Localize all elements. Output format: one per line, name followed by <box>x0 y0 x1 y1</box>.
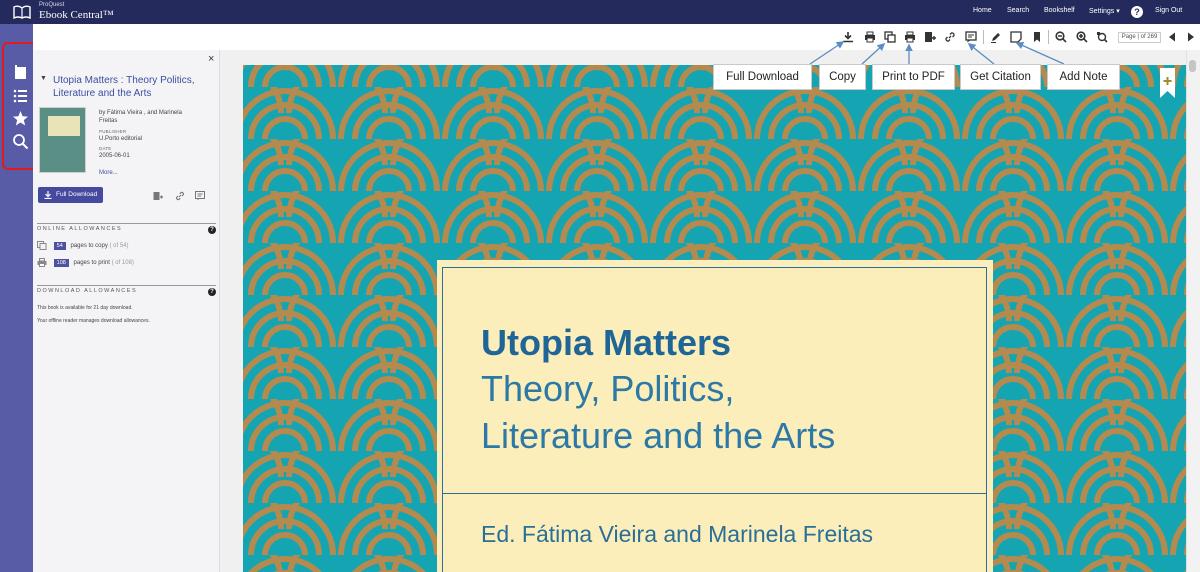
download-icon <box>44 191 52 199</box>
bookmark-icon[interactable] <box>1031 31 1043 43</box>
cover-title: Utopia Matters <box>481 322 732 363</box>
link-icon[interactable] <box>944 31 956 43</box>
previous-page-icon[interactable] <box>1166 31 1178 43</box>
download-allowances-header: DOWNLOAD ALLOWANCES ? <box>37 285 216 296</box>
book-title-link[interactable]: Utopia Matters : Theory Politics, Litera… <box>53 74 213 100</box>
page-indicator[interactable]: Page | of 269 <box>1118 32 1161 43</box>
nav-home[interactable]: Home <box>973 7 992 14</box>
copy-total: ( of 54) <box>109 243 129 250</box>
vertical-scrollbar[interactable] <box>1186 50 1200 572</box>
top-nav-bar: ProQuest Ebook Central™ Home Search Book… <box>0 0 1200 24</box>
caret-down-icon[interactable]: ▼ <box>40 75 47 82</box>
highlight-pen-icon[interactable] <box>990 31 1002 43</box>
download-icon[interactable] <box>842 31 854 43</box>
print-text: pages to print <box>73 260 110 267</box>
cover-thumbnail <box>39 107 86 173</box>
download-info-line2: Your offline reader manages download all… <box>37 318 150 324</box>
scrollbar-thumb[interactable] <box>1189 60 1196 72</box>
print-count-badge: 108 <box>53 258 69 267</box>
copy-icon[interactable] <box>884 31 896 43</box>
nav-bookshelf[interactable]: Bookshelf <box>1044 7 1075 14</box>
copy-text: pages to copy <box>70 243 108 250</box>
full-download-button[interactable]: Full Download <box>38 187 103 203</box>
online-allowances-title: ONLINE ALLOWANCES <box>37 226 123 232</box>
print-pdf-tooltip: Print to PDF <box>872 64 955 90</box>
link-icon[interactable] <box>175 191 185 201</box>
get-citation-tooltip: Get Citation <box>960 64 1041 90</box>
date-value: 2005-06-01 <box>99 153 130 159</box>
add-to-bookshelf-icon[interactable] <box>153 191 163 201</box>
fit-page-icon[interactable] <box>1096 31 1108 43</box>
print-icon <box>37 258 47 267</box>
close-icon[interactable]: × <box>208 53 214 65</box>
brand-small: ProQuest <box>39 2 65 8</box>
toolbar-area <box>33 24 1200 50</box>
citation-icon[interactable] <box>965 31 977 43</box>
next-page-icon[interactable] <box>1185 31 1197 43</box>
print-icon[interactable] <box>864 31 876 43</box>
nav-signout[interactable]: Sign Out <box>1155 7 1182 14</box>
toolbar-separator <box>1048 30 1049 44</box>
cover-subtitle-2: Literature and the Arts <box>481 415 836 456</box>
citation-icon[interactable] <box>195 191 205 201</box>
add-to-bookshelf-icon[interactable] <box>924 31 936 43</box>
publisher-value: U.Porto editorial <box>99 136 143 142</box>
download-info-line1: This book is available for 21 day downlo… <box>37 305 133 311</box>
add-note-tooltip: Add Note <box>1047 64 1120 90</box>
print-total: ( of 108) <box>111 260 134 267</box>
zoom-in-icon[interactable] <box>1076 31 1088 43</box>
book-authors: by Fátima Vieira , and Marinela <box>99 110 182 116</box>
more-link[interactable]: More... <box>99 170 118 176</box>
publisher-label: PUBLISHER <box>99 129 127 134</box>
nav-settings[interactable]: Settings ▾ <box>1089 7 1120 15</box>
brand-name[interactable]: Ebook Central™ <box>39 9 114 21</box>
help-icon[interactable]: ? <box>1131 6 1143 18</box>
online-allowances-header: ONLINE ALLOWANCES ? <box>37 223 216 234</box>
zoom-out-icon[interactable] <box>1055 31 1067 43</box>
help-icon[interactable]: ? <box>208 288 216 296</box>
print-allowance-row: 108 pages to print ( of 108) <box>37 258 134 268</box>
book-authors-2: Freitas <box>99 118 118 124</box>
copy-count-badge: 54 <box>53 241 66 250</box>
print-pdf-icon[interactable] <box>904 31 916 43</box>
copy-tooltip: Copy <box>819 64 866 90</box>
cover-subtitle-1: Theory, Politics, <box>481 368 735 409</box>
full-download-label: Full Download <box>56 191 98 198</box>
date-label: DATE <box>99 146 112 151</box>
copy-allowance-row: 54 pages to copy ( of 54) <box>37 241 129 251</box>
add-note-icon[interactable] <box>1010 31 1022 43</box>
full-download-tooltip: Full Download <box>713 64 812 90</box>
help-icon[interactable]: ? <box>208 226 216 234</box>
copy-icon <box>37 241 47 250</box>
nav-search[interactable]: Search <box>1007 7 1029 14</box>
open-book-icon <box>13 5 31 19</box>
cover-editors: Ed. Fátima Vieira and Marinela Freitas <box>481 521 874 547</box>
bookmark-ribbon-icon[interactable] <box>1160 68 1175 98</box>
toolbar-separator <box>983 30 984 44</box>
download-allowances-title: DOWNLOAD ALLOWANCES <box>37 288 138 294</box>
